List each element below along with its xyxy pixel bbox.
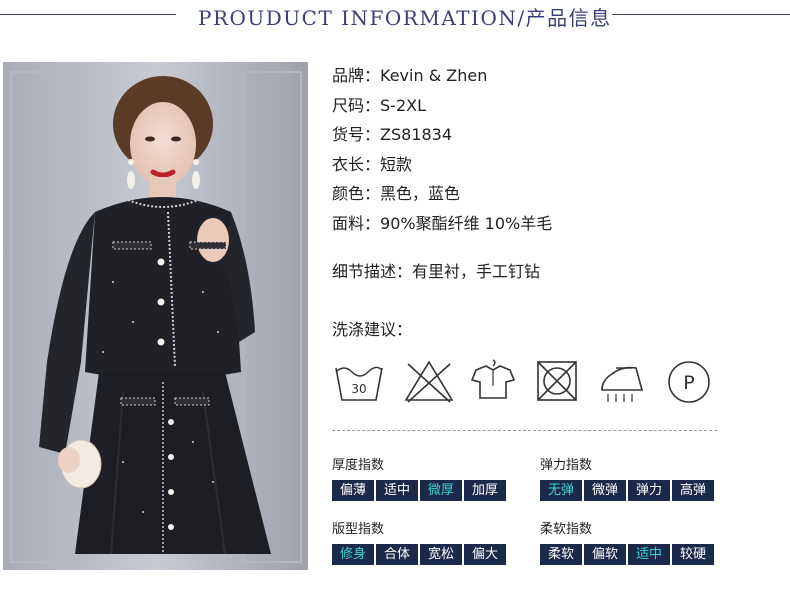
- no-tumble-dry-icon: [537, 361, 577, 401]
- scale-option: 偏薄: [332, 480, 374, 501]
- spec-value: Kevin & Zhen: [380, 66, 488, 85]
- scale-option: 较硬: [672, 544, 714, 565]
- spec-value: 黑色，蓝色: [380, 184, 461, 203]
- scale-option: 弹力: [628, 480, 670, 501]
- care-icon-row: 30 P: [332, 356, 722, 412]
- scale-label: 柔软指数: [540, 522, 593, 537]
- spec-label: 尺码：: [332, 95, 381, 115]
- dryclean-letter: P: [683, 372, 694, 394]
- scale-option: 修身: [332, 544, 374, 565]
- spec-value: ZS81834: [380, 125, 453, 144]
- thickness-scale: 厚度指数 偏薄 适中 微厚 加厚: [332, 454, 508, 501]
- softness-scale: 柔软指数 柔软 偏软 适中 较硬: [540, 518, 716, 565]
- scale-label: 弹力指数: [540, 458, 593, 473]
- no-bleach-icon: [404, 360, 454, 403]
- spec-value: S-2XL: [380, 95, 426, 115]
- detail-label: 细节描述：: [332, 262, 413, 281]
- product-photo: [3, 62, 308, 570]
- spec-row-color: 颜色：黑色，蓝色: [332, 181, 552, 211]
- scale-option: 偏大: [464, 544, 506, 565]
- header-rule-left: [0, 14, 176, 15]
- elasticity-scale: 弹力指数 无弹 微弹 弹力 高弹: [540, 454, 716, 501]
- spec-label: 货号：: [332, 125, 381, 144]
- wash-30-icon: 30: [335, 366, 383, 401]
- scale-options: 偏薄 适中 微厚 加厚: [332, 480, 508, 501]
- iron-icon: [601, 366, 644, 402]
- scale-option: 微厚: [420, 480, 462, 501]
- scale-option: 宽松: [420, 544, 462, 565]
- scale-options: 修身 合体 宽松 偏大: [332, 544, 508, 565]
- spec-row-fabric: 面料：90%聚酯纤维 10%羊毛: [332, 211, 552, 241]
- scale-options: 无弹 微弹 弹力 高弹: [540, 480, 716, 501]
- spec-label: 面料：: [332, 213, 381, 233]
- scale-option: 高弹: [672, 480, 714, 501]
- spec-label: 衣长：: [332, 154, 381, 174]
- scale-option: 柔软: [540, 544, 582, 565]
- spec-row-brand: 品牌：Kevin & Zhen: [332, 63, 552, 93]
- scale-option: 加厚: [464, 480, 506, 501]
- care-title: 洗涤建议：: [332, 320, 413, 339]
- section-title: PROUDUCT INFORMATION/产品信息: [198, 6, 612, 30]
- wash-temp-text: 30: [351, 382, 366, 396]
- dry-clean-p-icon: P: [668, 361, 710, 403]
- scale-label: 厚度指数: [332, 458, 385, 473]
- scale-option: 合体: [376, 544, 418, 565]
- spec-row-length: 衣长：短款: [332, 152, 552, 182]
- scale-options: 柔软 偏软 适中 较硬: [540, 544, 716, 565]
- section-divider: [332, 430, 717, 431]
- scale-option: 无弹: [540, 480, 582, 501]
- section-header: PROUDUCT INFORMATION/产品信息: [0, 0, 790, 34]
- spec-row-size: 尺码：S-2XL: [332, 93, 552, 123]
- spec-value: 短款: [380, 154, 413, 174]
- header-rule-right: [612, 14, 790, 15]
- fit-scale: 版型指数 修身 合体 宽松 偏大: [332, 518, 508, 565]
- spec-label: 品牌：: [332, 66, 381, 85]
- detail-description: 细节描述：有里衬，手工钉钻: [332, 258, 540, 282]
- scale-option: 适中: [628, 544, 670, 565]
- spec-value: 90%聚酯纤维 10%羊毛: [380, 213, 553, 233]
- spec-list: 品牌：Kevin & Zhen 尺码：S-2XL 货号：ZS81834 衣长：短…: [332, 63, 552, 240]
- scale-option: 偏软: [584, 544, 626, 565]
- scale-label: 版型指数: [332, 522, 385, 537]
- hang-dry-icon: [470, 359, 516, 399]
- scale-option: 微弹: [584, 480, 626, 501]
- spec-row-item-no: 货号：ZS81834: [332, 122, 552, 152]
- spec-label: 颜色：: [332, 184, 381, 203]
- detail-value: 有里衬，手工钉钻: [412, 262, 541, 281]
- scale-option: 适中: [376, 480, 418, 501]
